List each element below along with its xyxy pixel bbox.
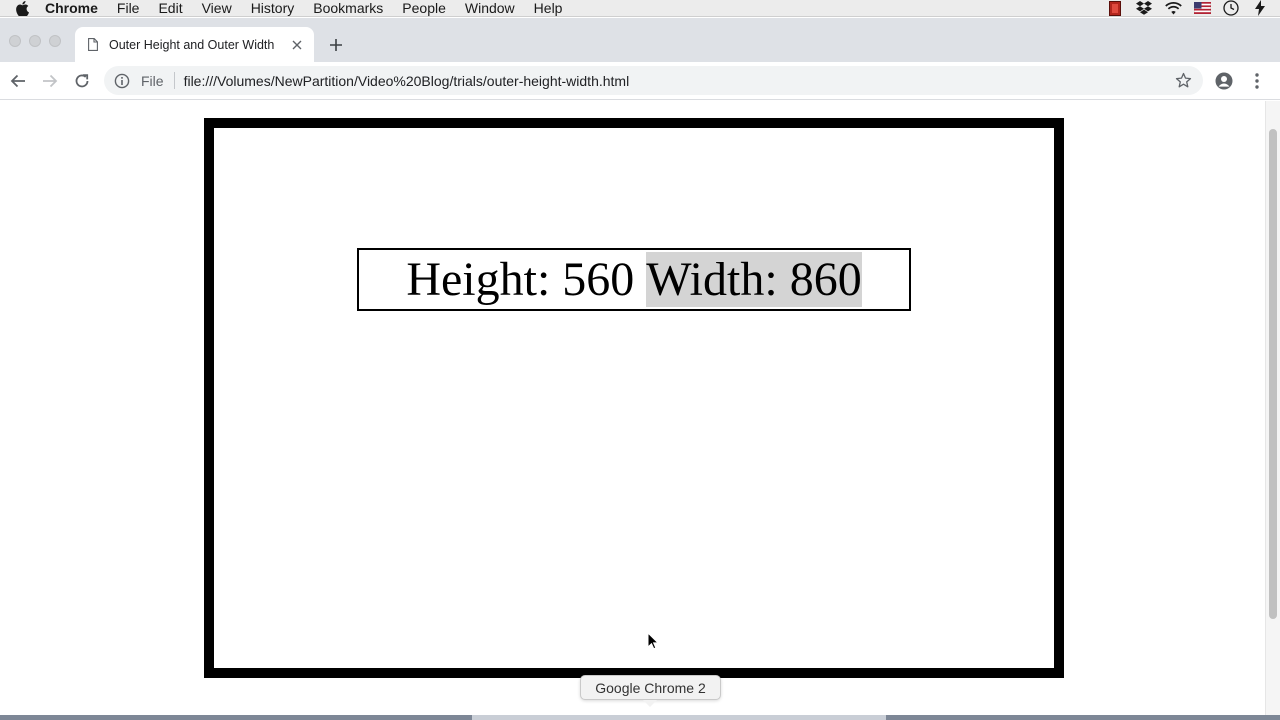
- new-tab-plus-icon[interactable]: [326, 35, 346, 55]
- apple-menu-icon[interactable]: [15, 0, 30, 16]
- scrollbar-thumb[interactable]: [1269, 129, 1277, 619]
- site-info-icon[interactable]: [114, 73, 130, 89]
- scheme-label: File: [141, 72, 164, 89]
- dock: [0, 715, 1280, 720]
- dock-tooltip-arrow: [643, 700, 657, 707]
- dropbox-icon[interactable]: [1135, 1, 1153, 15]
- url-text[interactable]: file:///Volumes/NewPartition/Video%20Blo…: [184, 73, 630, 89]
- tab-outer-height-width[interactable]: Outer Height and Outer Width: [75, 27, 314, 62]
- document-icon: [88, 38, 98, 51]
- address-bar[interactable]: File file:///Volumes/NewPartition/Video%…: [104, 66, 1203, 95]
- bookmark-star-icon[interactable]: [1175, 72, 1192, 89]
- menu-file[interactable]: File: [117, 0, 140, 16]
- dock-shelf: [472, 715, 886, 720]
- menu-edit[interactable]: Edit: [158, 0, 182, 16]
- menu-bar-status-area: [1106, 0, 1280, 16]
- mouse-pointer-icon: [647, 632, 659, 650]
- macos-menu-bar: Chrome File Edit View History Bookmarks …: [0, 0, 1280, 17]
- menu-history[interactable]: History: [251, 0, 295, 16]
- minimize-window-icon[interactable]: [29, 35, 41, 47]
- menu-app-chrome[interactable]: Chrome: [45, 0, 98, 16]
- window-controls: [9, 35, 69, 47]
- page-viewport: Height: 560 Width: 860: [0, 101, 1265, 715]
- back-arrow-icon[interactable]: [8, 71, 28, 91]
- tab-title: Outer Height and Outer Width: [109, 37, 275, 52]
- bordered-box: Height: 560 Width: 860: [204, 118, 1064, 678]
- wifi-icon[interactable]: [1164, 1, 1182, 15]
- zoom-window-icon[interactable]: [49, 35, 61, 47]
- browser-toolbar: File file:///Volumes/NewPartition/Video%…: [0, 62, 1280, 100]
- battery-icon[interactable]: [1251, 0, 1269, 16]
- screen-record-icon[interactable]: [1106, 0, 1124, 16]
- menu-people[interactable]: People: [402, 0, 446, 16]
- height-readout: Height: 560: [406, 253, 635, 306]
- profile-avatar-icon[interactable]: [1214, 71, 1234, 91]
- menu-help[interactable]: Help: [534, 0, 563, 16]
- dock-tooltip: Google Chrome 2: [580, 675, 721, 700]
- dimensions-readout: Height: 560 Width: 860: [357, 248, 911, 311]
- close-tab-icon[interactable]: [289, 37, 305, 53]
- reload-icon[interactable]: [72, 71, 92, 91]
- us-flag-input-icon[interactable]: [1193, 1, 1211, 15]
- vertical-scrollbar[interactable]: [1265, 101, 1280, 715]
- tab-strip: Outer Height and Outer Width: [0, 18, 1280, 62]
- menu-window[interactable]: Window: [465, 0, 515, 16]
- address-separator: [173, 72, 175, 89]
- menu-view[interactable]: View: [202, 0, 232, 16]
- kebab-menu-icon[interactable]: [1247, 71, 1267, 91]
- close-window-icon[interactable]: [9, 35, 21, 47]
- width-readout-selected: Width: 860: [646, 252, 862, 307]
- clock-icon[interactable]: [1222, 0, 1240, 16]
- forward-arrow-icon[interactable]: [40, 71, 60, 91]
- menu-bookmarks[interactable]: Bookmarks: [313, 0, 383, 16]
